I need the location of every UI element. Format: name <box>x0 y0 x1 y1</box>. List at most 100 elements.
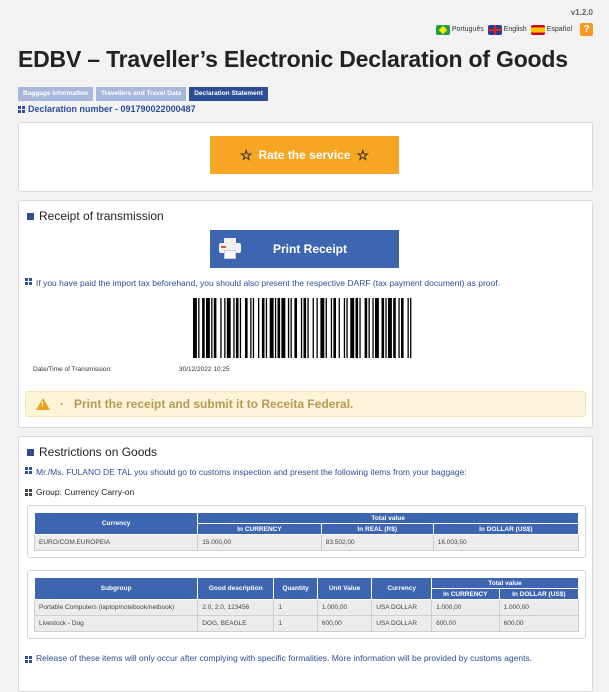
barcode <box>193 298 412 358</box>
barcode-bar <box>316 298 318 358</box>
datetime-value: 30/12/2022 10:25 <box>179 366 230 373</box>
barcode-bar <box>226 298 231 358</box>
barcode-bar <box>261 298 265 358</box>
barcode-bar <box>407 298 409 358</box>
darf-info-text: If you have paid the import tax beforeha… <box>36 278 500 288</box>
barcode-bar <box>281 298 286 358</box>
barcode-bar <box>250 298 252 358</box>
restrictions-intro-text: Mr./Ms. FULANO DE TAL you should go to c… <box>36 467 467 477</box>
goods-table: Subgroup Good description Quantity Unit … <box>33 577 580 632</box>
col-in-currency: In CURRENCY <box>431 588 500 600</box>
restrictions-panel: Restrictions on Goods Mr./Ms. FULANO DE … <box>18 436 593 692</box>
barcode-bar <box>368 298 370 358</box>
barcode-bar <box>410 298 412 358</box>
page-title: EDBV – Traveller’s Electronic Declaratio… <box>18 46 568 72</box>
barcode-bar <box>346 298 348 358</box>
barcode-bar <box>233 298 235 358</box>
cell-unit-value: 600,00 <box>316 615 373 632</box>
cell-quantity: 1 <box>273 615 318 632</box>
brazil-flag-icon <box>435 24 450 35</box>
language-english[interactable]: English <box>487 24 527 35</box>
barcode-bar <box>239 298 242 358</box>
tab-baggage-information[interactable]: Baggage Information <box>18 87 94 101</box>
barcode-bar <box>290 298 292 358</box>
cell-in-currency: 15.000,00 <box>197 534 322 551</box>
language-label: Español <box>546 26 572 33</box>
spain-flag-icon <box>530 24 545 35</box>
barcode-bar <box>364 298 368 358</box>
col-in-real: In REAL (R$) <box>320 523 434 535</box>
barcode-bar <box>213 298 217 358</box>
table-row: Portable Computers (laptop/notebook/netb… <box>33 599 580 616</box>
cell-in-dollar: 600,00 <box>498 615 580 632</box>
barcode-bar <box>307 298 309 358</box>
cell-description: 2.0, 2.0, 123456 <box>197 599 275 616</box>
barcode-bar <box>338 298 340 358</box>
barcode-bar <box>355 298 359 358</box>
barcode-bar <box>265 298 268 358</box>
restrictions-title-text: Restrictions on Goods <box>39 445 158 459</box>
declaration-number: Declaration number - 091790022000487 <box>18 104 196 114</box>
page: v1.2.0 Português English Español ? EDBV … <box>0 0 609 692</box>
language-bar: Português English Español ? <box>435 23 593 36</box>
grid-dots-icon <box>25 656 32 663</box>
cell-currency: USA DOLLAR <box>371 599 433 616</box>
col-subgroup: Subgroup <box>33 577 199 600</box>
square-bullet-icon <box>27 448 34 456</box>
barcode-bar <box>330 298 333 358</box>
language-label: Português <box>451 26 484 33</box>
barcode-bar <box>202 298 205 358</box>
grid-dots-icon <box>25 278 32 285</box>
group-label-text: Group: Currency Carry-on <box>36 487 135 497</box>
language-spanish[interactable]: Español <box>530 24 572 35</box>
barcode-bar <box>269 298 274 358</box>
col-total-value: Total value <box>431 577 579 589</box>
cell-unit-value: 1.000,00 <box>316 599 373 616</box>
tab-bar: Baggage Information Travellers and Trave… <box>18 87 268 101</box>
barcode-bar <box>224 298 226 358</box>
rate-panel: ☆ Rate the service ☆ <box>18 122 593 192</box>
group-label: Group: Currency Carry-on <box>25 487 134 497</box>
cell-description: DOG, BEAGLE <box>197 615 275 632</box>
tab-travellers-and-travel-data[interactable]: Travellers and Travel Data <box>96 87 187 101</box>
star-icon: ☆ <box>356 146 370 163</box>
grid-dots-icon <box>25 467 32 474</box>
barcode-bar <box>385 298 387 358</box>
currency-table: Currency Total value In CURRENCY In REAL… <box>33 512 580 551</box>
warning-bullet: · <box>60 397 64 411</box>
cell-in-real: 83.502,00 <box>320 534 434 551</box>
barcode-bar <box>277 298 281 358</box>
col-total-value: Total value <box>197 512 579 524</box>
barcode-bar <box>350 298 355 358</box>
grid-dots-icon <box>25 488 32 496</box>
tab-declaration-statement[interactable]: Declaration Statement <box>189 87 268 101</box>
language-portuguese[interactable]: Português <box>435 24 484 35</box>
print-receipt-button[interactable]: Print Receipt <box>210 230 399 268</box>
barcode-bar <box>401 298 404 358</box>
grid-dots-icon <box>18 105 25 113</box>
barcode-bar <box>333 298 336 358</box>
cell-in-currency: 600,00 <box>431 615 500 632</box>
goods-table-card: Subgroup Good description Quantity Unit … <box>27 570 586 639</box>
warning-icon: ! <box>36 398 50 410</box>
receipt-panel: Receipt of transmission Print Receipt If… <box>18 200 593 428</box>
barcode-bar <box>235 298 239 358</box>
receipt-title-text: Receipt of transmission <box>39 209 164 223</box>
col-description: Good description <box>197 577 275 600</box>
barcode-bar <box>245 298 248 358</box>
barcode-bar <box>359 298 361 358</box>
col-currency: Currency <box>371 577 433 600</box>
restrictions-title: Restrictions on Goods <box>27 445 157 459</box>
help-icon[interactable]: ? <box>580 23 593 36</box>
cell-in-dollar: 16.003,50 <box>432 534 580 551</box>
barcode-bar <box>398 298 400 358</box>
receipt-title: Receipt of transmission <box>27 209 164 223</box>
barcode-bar <box>343 298 346 358</box>
barcode-bar <box>220 298 222 358</box>
rate-service-button[interactable]: ☆ Rate the service ☆ <box>210 136 399 174</box>
col-in-dollar: In DOLLAR (US$) <box>432 523 580 535</box>
declaration-number-text: Declaration number - 091790022000487 <box>28 104 196 114</box>
print-receipt-label: Print Receipt <box>272 242 347 256</box>
barcode-bar <box>287 298 290 358</box>
cell-quantity: 1 <box>273 599 318 616</box>
